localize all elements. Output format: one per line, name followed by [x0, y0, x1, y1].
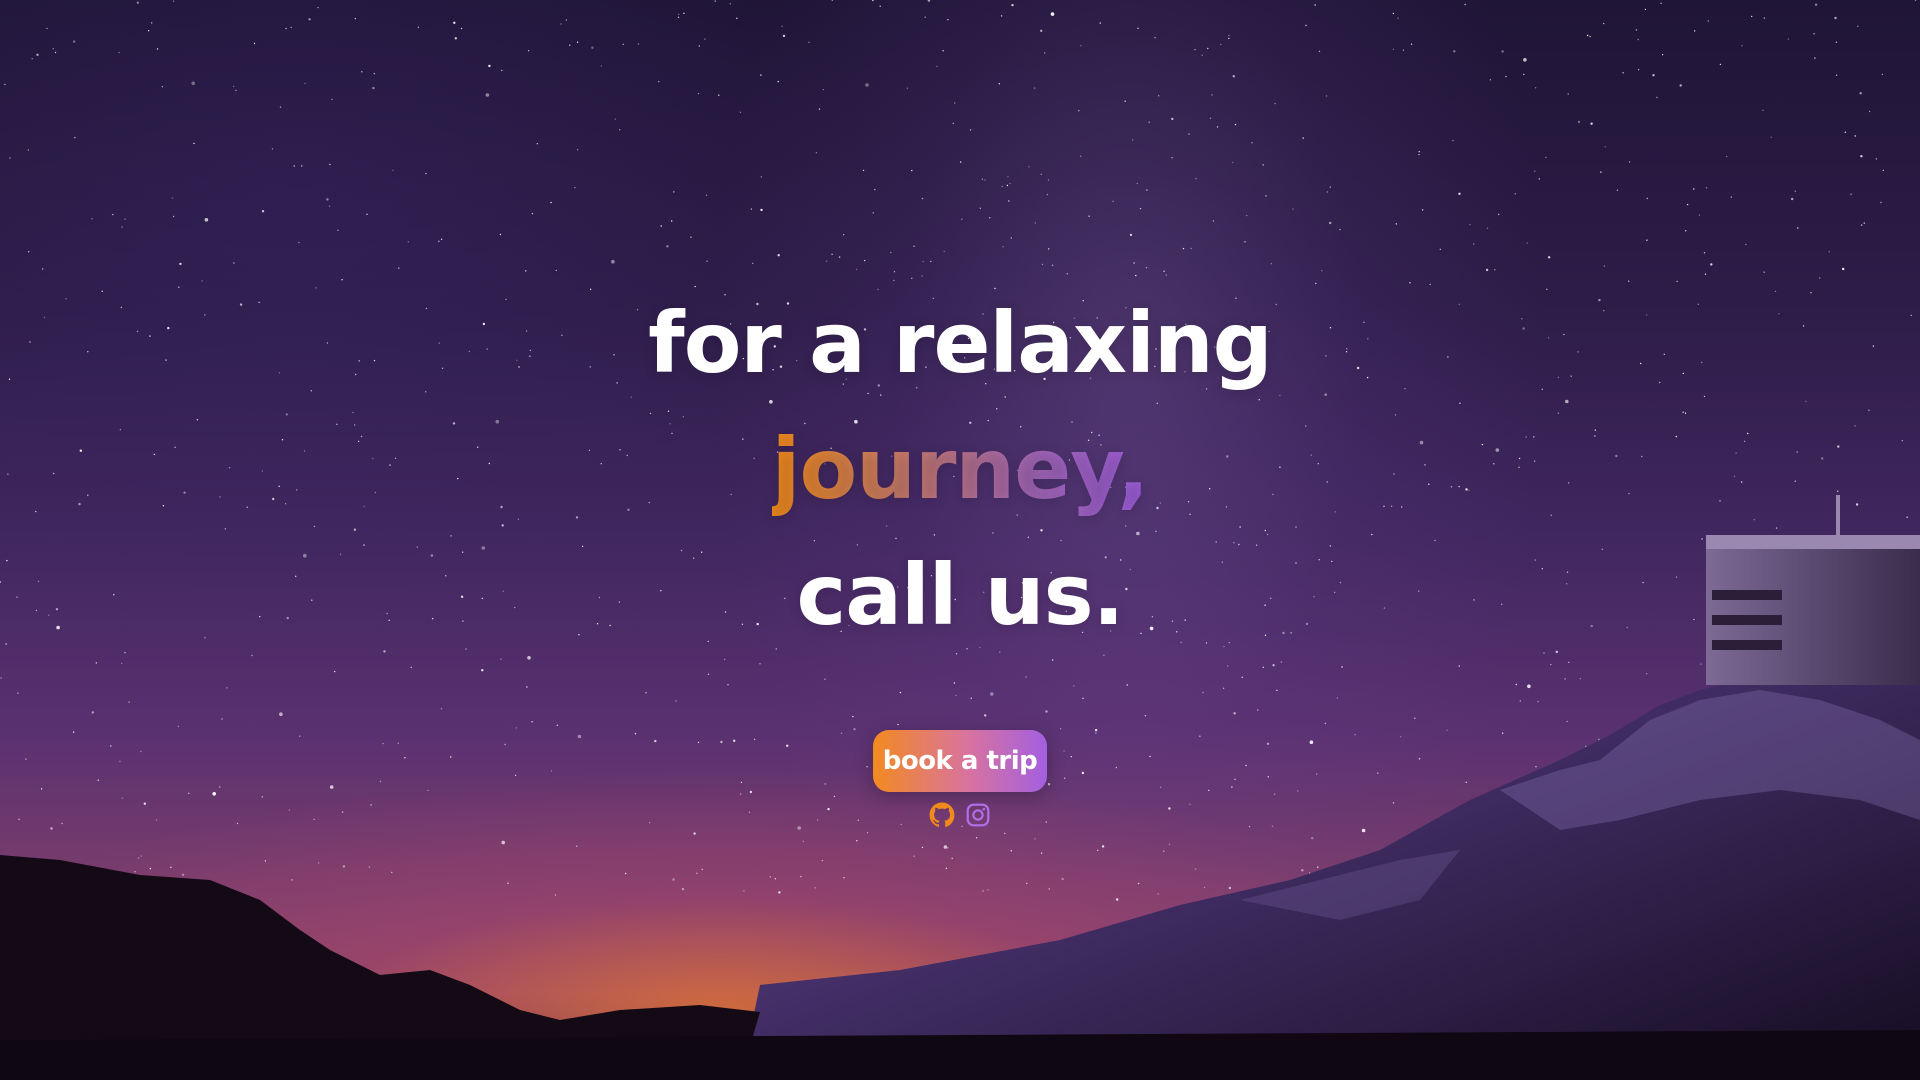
instagram-icon: [966, 803, 990, 827]
github-icon: [929, 802, 955, 827]
hero-content: for a relaxing journey, call us. book a …: [0, 280, 1920, 828]
hero-background: for a relaxing journey, call us. book a …: [0, 0, 1920, 1080]
cta-wrapper: book a trip: [0, 730, 1920, 792]
headline-line-3: call us.: [796, 546, 1124, 644]
hero-headline: for a relaxing journey, call us.: [0, 280, 1920, 658]
github-link[interactable]: [929, 802, 955, 828]
headline-highlight-word: journey,: [772, 406, 1150, 532]
headline-line-1: for a relaxing: [648, 294, 1273, 392]
instagram-link[interactable]: [965, 802, 991, 828]
social-links: [0, 802, 1920, 828]
book-trip-button[interactable]: book a trip: [872, 730, 1048, 792]
